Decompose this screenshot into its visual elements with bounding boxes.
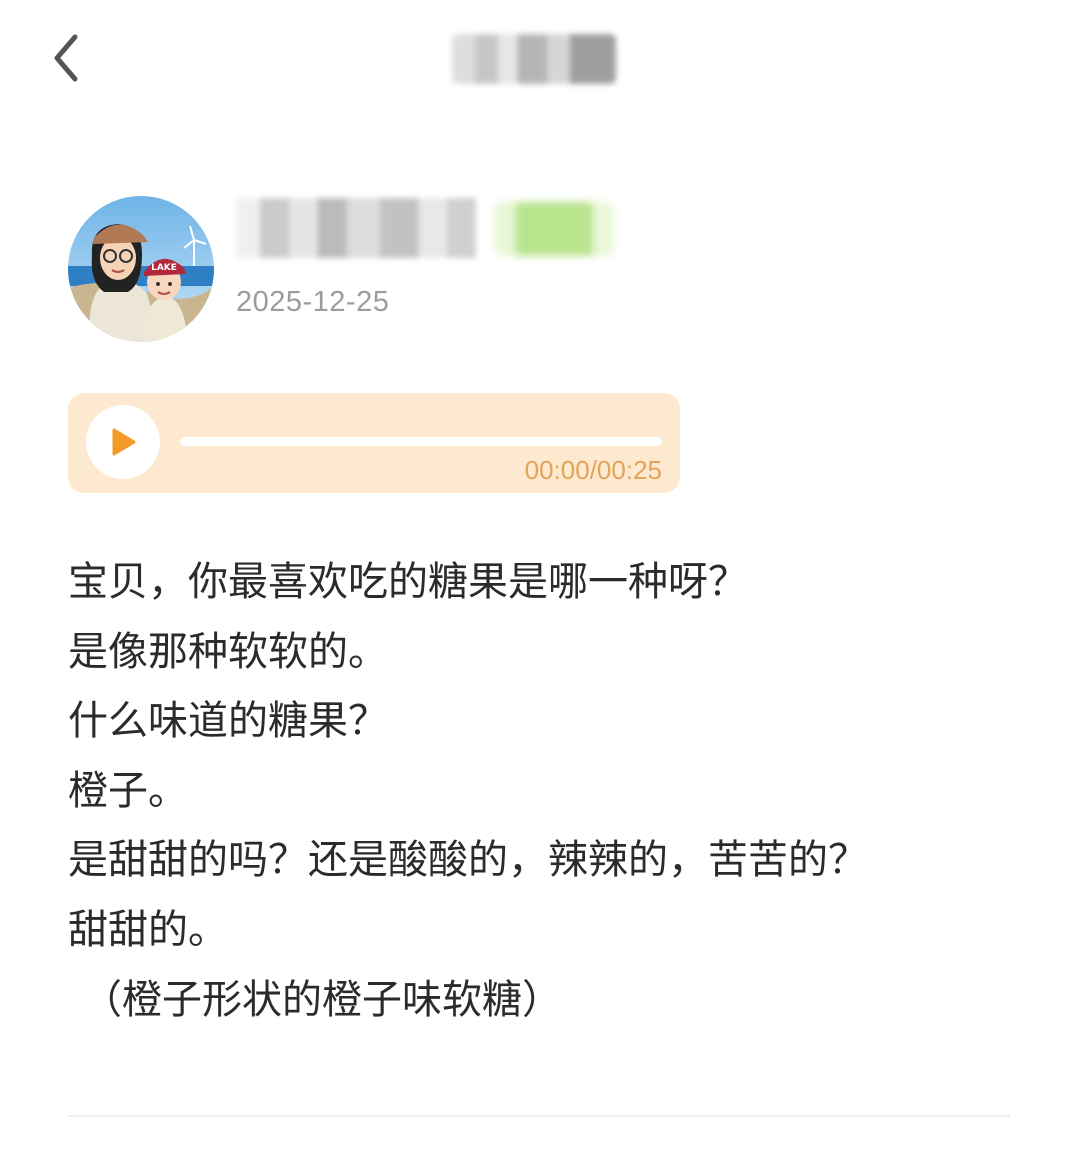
post-body: 宝贝，你最喜欢吃的糖果是哪一种呀？ 是像那种软软的。 什么味道的糖果？ 橙子。 … [68, 548, 1028, 1035]
post-date: 2025-12-25 [236, 286, 390, 318]
post-line: 是甜甜的吗？还是酸酸的，辣辣的，苦苦的？ [68, 837, 868, 884]
chevron-left-icon [54, 34, 78, 82]
audio-time-readout: 00:00/00:25 [524, 455, 662, 485]
back-button[interactable] [38, 28, 94, 88]
divider [68, 1115, 1010, 1117]
svg-text:LAKE: LAKE [151, 263, 177, 273]
post-line: 橙子。 [68, 767, 188, 814]
page-title-redacted [452, 34, 616, 84]
post-line: 甜甜的。 [68, 906, 228, 953]
post-line: 什么味道的糖果？ [68, 698, 388, 745]
post-line: 宝贝，你最喜欢吃的糖果是哪一种呀？ [68, 559, 748, 605]
author-badge-redacted [494, 202, 614, 256]
avatar[interactable]: LAKE [68, 196, 214, 342]
play-button[interactable] [86, 405, 160, 479]
play-icon [112, 428, 136, 456]
post-line-note: （橙子形状的橙子味软糖） [82, 976, 562, 1023]
author-name-redacted [236, 198, 476, 258]
post-line: 是像那种软软的。 [68, 628, 388, 675]
post-detail-page: LAKE 2025-12-25 00:00/00:25 宝贝，你最喜欢吃的糖果是… [0, 0, 1080, 1149]
audio-progress-track[interactable] [180, 437, 662, 446]
audio-player: 00:00/00:25 [68, 393, 680, 493]
